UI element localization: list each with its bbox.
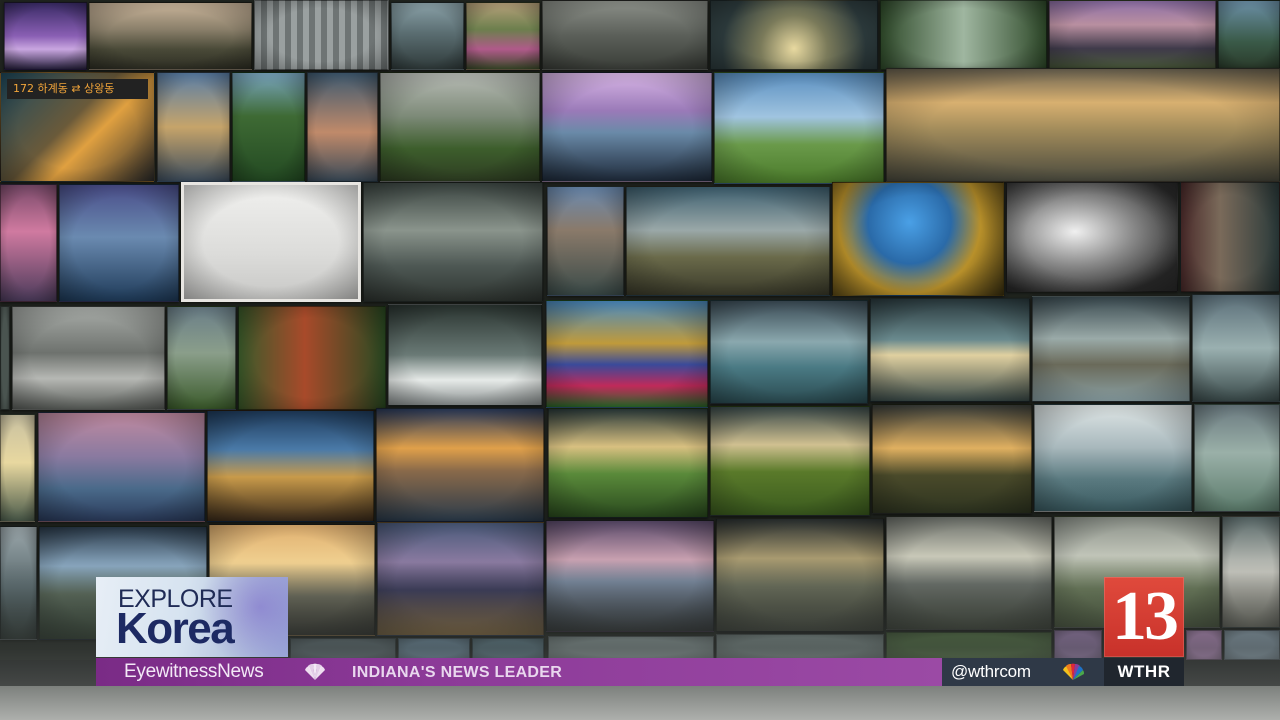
photo-tile [1006, 182, 1178, 292]
photo-tile [1222, 516, 1280, 628]
photo-tile [1186, 630, 1222, 660]
photo-tile [307, 72, 378, 182]
peacock-icon [1063, 663, 1085, 680]
photo-tile [0, 306, 10, 410]
bottom-reflection-strip [0, 686, 1280, 720]
photo-tile [626, 186, 830, 296]
photo-tile [388, 304, 542, 406]
call-letters-bar: WTHR [1104, 658, 1184, 686]
photo-tile [466, 2, 540, 70]
photo-tile [12, 306, 165, 410]
photo-tile [714, 72, 884, 184]
photo-tile [4, 2, 87, 70]
photo-tile [716, 634, 884, 660]
photo-tile [0, 526, 37, 640]
photo-tile [377, 522, 544, 636]
photo-tile [207, 410, 374, 522]
photo-tile [398, 638, 470, 660]
photo-tile [254, 0, 389, 70]
peacock-icon [305, 663, 325, 680]
eyewitness-news-brand: EyewitnessNews [124, 661, 264, 682]
photo-tile [290, 638, 396, 660]
photo-tile [380, 72, 540, 182]
photo-tile [181, 182, 361, 302]
station-slogan: INDIANA'S NEWS LEADER [352, 664, 563, 681]
photo-tile [1192, 294, 1280, 402]
photo-tile [238, 306, 386, 410]
channel-number: 13 [1112, 578, 1179, 655]
photo-tile [548, 636, 714, 660]
photo-tile [1218, 0, 1280, 70]
photo-tile [548, 408, 708, 518]
photo-tile [832, 182, 1004, 296]
photo-tile [391, 2, 464, 70]
photo-tile [0, 184, 57, 302]
photo-tile [710, 0, 878, 70]
photo-tile [546, 520, 714, 632]
photo-tile [710, 300, 868, 404]
photo-tile [232, 72, 305, 182]
photo-tile [363, 182, 543, 302]
photo-tile [38, 412, 205, 522]
social-handle-bar: @wthrcom [942, 658, 1104, 686]
photo-tile [1180, 182, 1280, 292]
photo-tile [89, 2, 252, 70]
photo-mosaic-wall: 172 하계동 ⇄ 상왕동 [0, 0, 1280, 660]
photo-tile [1032, 296, 1190, 402]
photo-tile [546, 300, 708, 408]
photo-tile [710, 406, 870, 516]
photo-tile [542, 72, 712, 182]
photo-tile [886, 68, 1280, 182]
photo-tile: 172 하계동 ⇄ 상왕동 [0, 72, 155, 182]
photo-tile [880, 0, 1047, 70]
photo-tile [0, 414, 35, 522]
photo-tile [547, 186, 624, 296]
photo-tile [870, 298, 1030, 402]
twitter-handle: @wthrcom [951, 662, 1031, 681]
channel-13-logo: 13 [1104, 577, 1184, 657]
photo-tile [376, 408, 544, 522]
explore-korea-graphic: EXPLORE Korea [96, 577, 288, 657]
photo-tile [1194, 404, 1280, 512]
photo-tile [716, 518, 884, 632]
photo-tile [167, 306, 236, 410]
news-ticker-bar: EyewitnessNews INDIANA'S NEWS LEADER [96, 658, 942, 686]
photo-tile [1224, 630, 1280, 660]
call-letters: WTHR [1117, 662, 1171, 681]
photo-tile [472, 638, 544, 660]
photo-tile [886, 516, 1052, 630]
korea-label: Korea [116, 604, 235, 653]
bus-destination-sign: 172 하계동 ⇄ 상왕동 [7, 79, 148, 99]
photo-tile [59, 184, 179, 302]
photo-tile [886, 632, 1052, 660]
photo-tile [542, 0, 708, 70]
photo-tile [157, 72, 230, 182]
photo-tile [1049, 0, 1216, 70]
photo-tile [1054, 630, 1102, 660]
photo-tile [872, 404, 1032, 514]
photo-tile [1034, 404, 1192, 512]
